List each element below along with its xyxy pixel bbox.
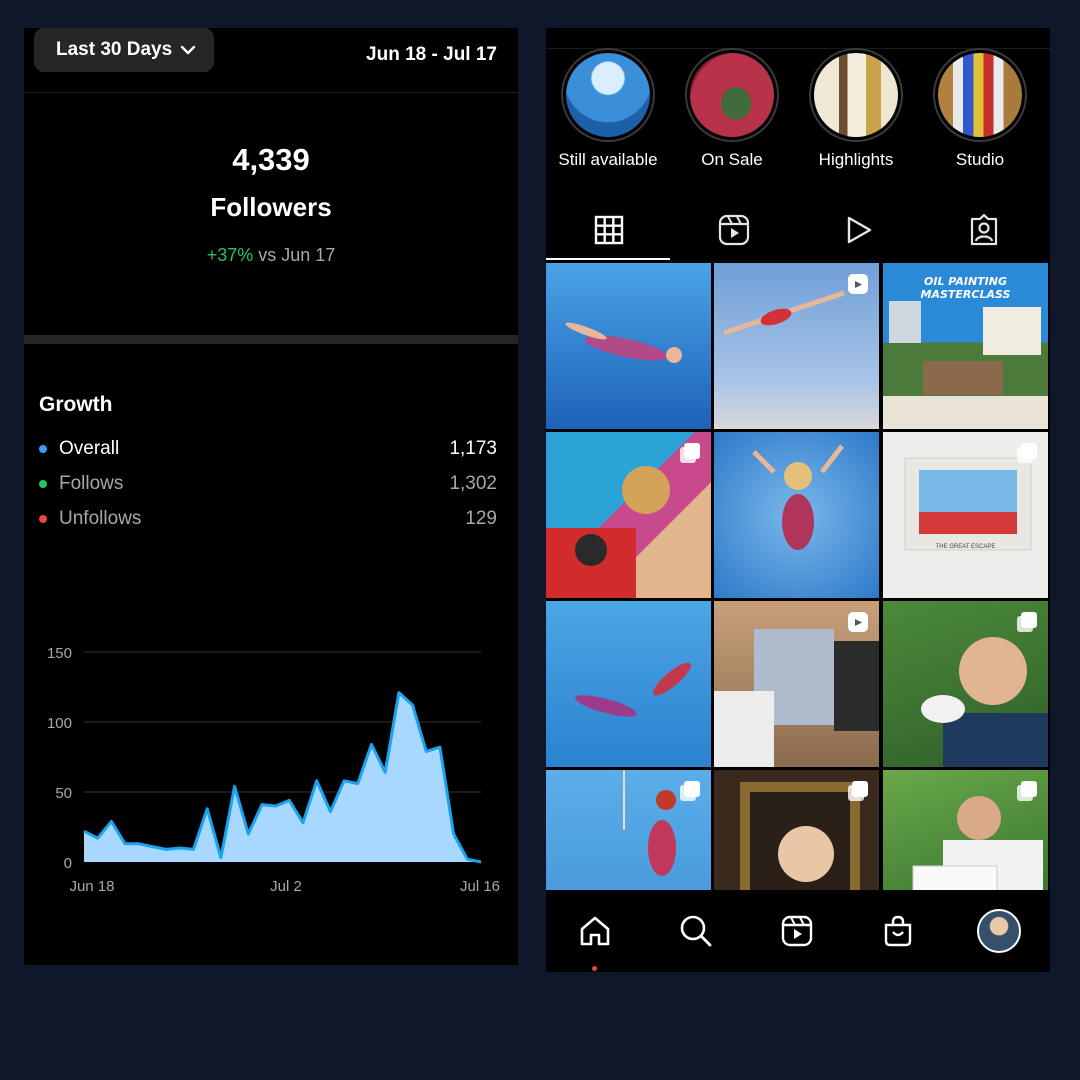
- growth-value: 129: [465, 508, 497, 529]
- multi-badge-icon: [680, 443, 700, 463]
- tab-tagged[interactable]: [921, 200, 1046, 260]
- grid-icon: [594, 215, 623, 245]
- multi-badge-icon: [848, 781, 868, 801]
- x-tick-label: Jul 16: [460, 878, 500, 895]
- profile-panel: Still available On Sale Highlights Studi…: [546, 28, 1050, 972]
- highlight-ring: [561, 48, 655, 142]
- post-artwork: [752, 444, 844, 550]
- highlight-on-sale[interactable]: On Sale: [677, 48, 787, 170]
- post-grid: OIL PAINTING MASTERCLASS THE GREAT ESCAP…: [546, 263, 1050, 936]
- post-masterclass[interactable]: OIL PAINTING MASTERCLASS: [883, 263, 1048, 429]
- post-diver[interactable]: [714, 263, 879, 429]
- search-icon: [680, 915, 712, 947]
- post-caption-text: THE GREAT ESCAPE: [935, 544, 996, 550]
- post-artwork: [565, 322, 682, 363]
- highlight-ring: [809, 48, 903, 142]
- active-tab-indicator: [546, 258, 670, 260]
- insights-panel: Last 30 Days Jun 18 - Jul 17 4,339 Follo…: [24, 28, 518, 965]
- highlight-cover: [938, 53, 1022, 137]
- play-icon: [847, 216, 871, 244]
- growth-label: Follows: [59, 473, 124, 494]
- highlight-label: Still available: [558, 150, 658, 169]
- nav-search[interactable]: [671, 906, 721, 956]
- tagged-icon: [970, 214, 997, 246]
- x-tick-label: Jul 2: [270, 878, 302, 895]
- x-tick-label: Jun 18: [69, 878, 114, 895]
- growth-title: Growth: [39, 393, 113, 416]
- post-studio-painting[interactable]: [714, 601, 879, 767]
- area-fill: [84, 692, 481, 862]
- growth-label: Unfollows: [59, 508, 142, 529]
- post-jumping-woman[interactable]: [714, 432, 879, 598]
- chevron-down-icon: [180, 45, 196, 55]
- growth-value: 1,173: [449, 438, 497, 459]
- tab-videos[interactable]: [796, 200, 921, 260]
- highlight-label: Highlights: [818, 150, 894, 169]
- highlight-ring: [933, 48, 1027, 142]
- highlight-still-available[interactable]: Still available: [553, 48, 663, 170]
- profile-tabs: [546, 200, 1050, 260]
- shop-icon: [884, 915, 912, 947]
- post-underwater-swimmer[interactable]: [546, 263, 711, 429]
- growth-row-follows: Follows 1,302: [39, 471, 497, 497]
- multi-badge-icon: [680, 781, 700, 801]
- highlight-studio[interactable]: Studio: [925, 48, 1035, 170]
- followers-change: +37% vs Jun 17: [24, 245, 518, 266]
- reels-icon: [718, 214, 749, 246]
- growth-row-overall: Overall 1,173: [39, 436, 497, 462]
- multi-badge-icon: [1017, 781, 1037, 801]
- unfollows-dot: [39, 515, 47, 523]
- notification-dot: [592, 966, 597, 971]
- y-tick-label: 150: [47, 645, 72, 662]
- highlight-cover: [690, 53, 774, 137]
- post-artwork: [575, 662, 691, 717]
- nav-reels[interactable]: [772, 906, 822, 956]
- post-record-player[interactable]: [546, 432, 711, 598]
- reels-icon: [781, 915, 813, 947]
- range-label: Last 30 Days: [56, 39, 173, 60]
- divider: [24, 92, 518, 93]
- tab-grid[interactable]: [546, 200, 671, 260]
- growth-value: 1,302: [449, 473, 497, 494]
- profile-avatar: [977, 909, 1021, 953]
- y-tick-label: 100: [47, 715, 72, 732]
- post-guinea-pig[interactable]: [883, 601, 1048, 767]
- highlight-cover: [566, 53, 650, 137]
- post-two-divers[interactable]: [546, 601, 711, 767]
- followers-label: Followers: [210, 192, 332, 222]
- reel-badge-icon: [848, 612, 868, 632]
- overall-dot: [39, 445, 47, 453]
- nav-home[interactable]: [570, 906, 620, 956]
- post-artwork: [889, 301, 1041, 395]
- y-tick-label: 50: [55, 785, 72, 802]
- section-divider: [24, 335, 518, 344]
- growth-label: Overall: [59, 438, 120, 459]
- home-icon: [580, 916, 610, 946]
- bottom-nav: [546, 890, 1050, 972]
- growth-row-unfollows: Unfollows 129: [39, 506, 497, 532]
- nav-shop[interactable]: [873, 906, 923, 956]
- tab-reels[interactable]: [671, 200, 796, 260]
- highlight-label: Studio: [955, 150, 1005, 169]
- growth-chart: 0 50 100 150 Jun 18 Jul 2 Jul 16: [47, 645, 500, 895]
- change-percent: +37%: [206, 245, 254, 265]
- reel-badge-icon: [848, 274, 868, 294]
- highlight-highlights[interactable]: Highlights: [801, 48, 911, 170]
- date-range-text: Jun 18 - Jul 17: [366, 44, 497, 65]
- post-great-escape[interactable]: THE GREAT ESCAPE: [883, 432, 1048, 598]
- followers-count: 4,339: [232, 142, 310, 177]
- multi-badge-icon: [1017, 612, 1037, 632]
- date-range-dropdown[interactable]: Last 30 Days: [34, 28, 214, 72]
- highlight-ring: [685, 48, 779, 142]
- highlight-cover: [814, 53, 898, 137]
- highlight-label: On Sale: [701, 150, 763, 169]
- y-tick-label: 0: [64, 855, 72, 872]
- follows-dot: [39, 480, 47, 488]
- nav-profile[interactable]: [974, 906, 1024, 956]
- change-compare: vs Jun 17: [253, 245, 336, 265]
- multi-badge-icon: [1017, 443, 1037, 463]
